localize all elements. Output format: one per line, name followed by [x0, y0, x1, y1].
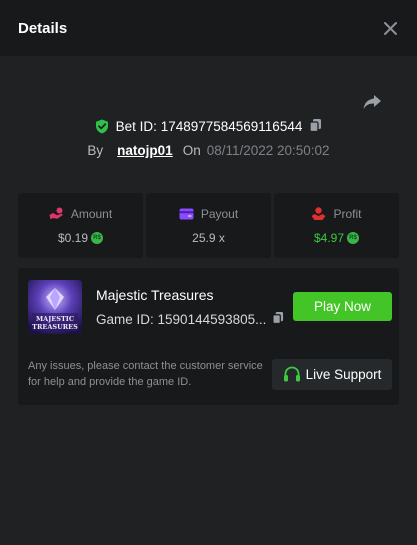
- stat-payout-value: 25.9 x: [192, 230, 225, 245]
- game-id-text: Game ID: 1590144593805...: [96, 312, 266, 327]
- game-title[interactable]: Majestic Treasures: [96, 287, 213, 303]
- stat-amount-header: Amount: [49, 207, 112, 221]
- shield-check-icon: [95, 119, 108, 134]
- bet-stats: Amount $0.19 R$ Payout 25.9 x Profit $4.…: [18, 193, 399, 258]
- copy-icon: [309, 119, 322, 133]
- live-support-label: Live Support: [305, 367, 382, 382]
- by-label: By: [87, 143, 104, 158]
- modal-title: Details: [18, 19, 68, 37]
- coin-icon: R$: [91, 231, 104, 244]
- stat-profit-value: $4.97: [313, 230, 345, 245]
- stat-profit: Profit $4.97 R$: [274, 193, 399, 258]
- game-card: MAJESTIC TREASURES Majestic Treasures Ga…: [18, 268, 399, 405]
- on-label: On: [182, 143, 201, 158]
- stat-payout-value-row: 25.9 x: [192, 231, 225, 245]
- support-note: Any issues, please contact the customer …: [28, 360, 263, 388]
- bet-datetime: 08/11/2022 20:50:02: [206, 143, 330, 158]
- share-button[interactable]: [361, 91, 383, 113]
- username-link[interactable]: natojp01: [117, 143, 173, 158]
- stat-payout-label: Payout: [200, 206, 239, 221]
- close-icon: [383, 21, 397, 35]
- live-support-button[interactable]: Live Support: [272, 359, 392, 390]
- bet-id-label: Bet ID:: [115, 119, 157, 134]
- stat-amount-value-row: $0.19 R$: [57, 230, 104, 245]
- hand-money-icon: [311, 206, 326, 220]
- play-now-button[interactable]: Play Now: [293, 292, 392, 321]
- hand-coin-icon: [49, 207, 63, 220]
- stat-profit-header: Profit: [311, 206, 362, 221]
- wallet-icon: [179, 208, 194, 219]
- headset-icon: [283, 366, 300, 382]
- share-icon: [363, 95, 381, 109]
- stat-amount-label: Amount: [70, 206, 113, 221]
- copy-bet-id-button[interactable]: [309, 118, 322, 135]
- bet-id-value: 1748977584569116544: [160, 119, 303, 134]
- game-thumbnail-line2: TREASURES: [32, 323, 78, 331]
- copy-icon: [272, 311, 284, 325]
- stat-payout: Payout 25.9 x: [146, 193, 271, 258]
- coin-icon: R$: [347, 231, 360, 244]
- game-thumbnail-art: MAJESTIC TREASURES: [28, 280, 82, 334]
- stat-profit-value-row: $4.97 R$: [313, 230, 360, 245]
- close-button[interactable]: [381, 19, 399, 37]
- game-id-value: 1590144593805...: [157, 311, 267, 327]
- game-thumbnail[interactable]: MAJESTIC TREASURES: [28, 280, 82, 334]
- game-thumbnail-line1: MAJESTIC: [36, 315, 74, 323]
- copy-game-id-button[interactable]: [272, 311, 284, 327]
- stat-profit-label: Profit: [333, 206, 362, 221]
- game-id-label: Game ID:: [96, 311, 154, 327]
- bet-id-text: Bet ID: 1748977584569116544: [116, 119, 303, 134]
- stat-payout-header: Payout: [179, 207, 238, 221]
- bet-id-row: Bet ID: 1748977584569116544: [0, 118, 417, 135]
- details-modal: Details Bet ID: 1748977584569116544 By n…: [0, 0, 417, 545]
- modal-header: Details: [0, 0, 417, 56]
- stat-amount-value: $0.19: [57, 230, 89, 245]
- stat-amount: Amount $0.19 R$: [18, 193, 143, 258]
- game-id-row: Game ID: 1590144593805...: [96, 311, 284, 327]
- bet-meta-row: By natojp01 On 08/11/2022 20:50:02: [0, 143, 417, 158]
